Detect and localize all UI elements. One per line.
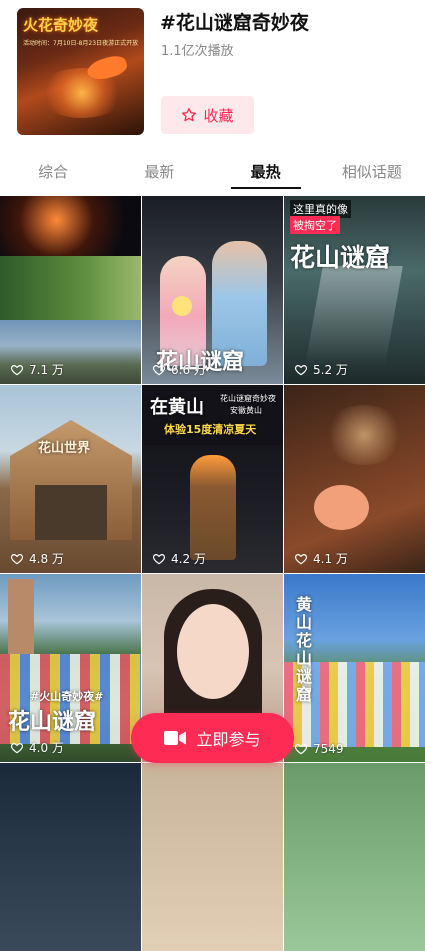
building-sign: 花山世界 (38, 441, 91, 456)
like-count: 7.1 万 (10, 361, 64, 378)
video-card[interactable]: #火山奇妙夜# 花山谜窟 4.0 万 (0, 574, 141, 762)
like-count: 4.8 万 (10, 550, 64, 567)
like-count: 4.0 万 (10, 739, 64, 756)
like-count: 4.1 万 (294, 550, 348, 567)
heart-icon (152, 553, 166, 564)
thumb-cave-light (324, 405, 404, 465)
like-count-text: 7.1 万 (29, 363, 64, 377)
thumb-ball (172, 296, 192, 316)
like-count: 5.2 万 (294, 361, 348, 378)
topic-header: 火花奇妙夜 活动时间：7月10日-8月23日夜游正式开放 #花山谜窟奇妙夜 1.… (0, 0, 425, 155)
video-tag-highlight: 被掏空了 (290, 216, 340, 234)
video-overlay-caption: 体验15度清凉夏天 (164, 423, 257, 436)
video-overlay-title: 黄山花山谜窟 (296, 595, 313, 704)
like-count-text: 4.0 万 (29, 741, 64, 755)
thumb-performer (190, 455, 236, 560)
topic-tabs: 综合 最新 最热 相似话题 (0, 155, 425, 191)
play-count: 1.1亿次播放 (161, 44, 234, 59)
join-topic-button[interactable]: 立即参与 (131, 713, 294, 763)
heart-icon (10, 553, 24, 564)
heart-icon (152, 364, 166, 375)
video-card[interactable]: 7.1 万 (0, 196, 141, 384)
thumb-forest-girl (0, 256, 141, 320)
video-card[interactable]: 在黄山 花山谜窟奇妙夜 安徽黄山 体验15度清凉夏天 4.2 万 (142, 385, 283, 573)
video-card[interactable]: 花山世界 4.8 万 (0, 385, 141, 573)
favorite-button[interactable]: 收藏 (161, 96, 254, 134)
like-count-text: 4.1 万 (313, 552, 348, 566)
thumb-tower (8, 579, 34, 654)
heart-icon (10, 364, 24, 375)
heart-icon (294, 744, 308, 755)
like-count: 7549 (294, 742, 344, 756)
video-overlay-title: 花山谜窟 (8, 709, 97, 735)
heart-icon (294, 553, 308, 564)
cover-title: 火花奇妙夜 (23, 16, 99, 34)
thumb-light-beam (305, 266, 403, 366)
like-count: 4.2 万 (152, 550, 206, 567)
tab-hottest[interactable]: 最热 (213, 155, 319, 191)
video-card[interactable]: 4.1 万 (284, 385, 425, 573)
video-card[interactable]: 黄山花山谜窟 7549 (284, 574, 425, 762)
favorite-label: 收藏 (203, 106, 234, 125)
heart-icon (10, 742, 24, 753)
video-card[interactable]: 这里真的像 被掏空了 花山谜窟 5.2 万 (284, 196, 425, 384)
like-count-text: 7549 (313, 742, 344, 756)
like-count-text: 5.2 万 (313, 363, 348, 377)
video-card[interactable] (0, 763, 141, 951)
topic-cover-image: 火花奇妙夜 活动时间：7月10日-8月23日夜游正式开放 (17, 8, 144, 135)
like-count-text: 4.2 万 (171, 552, 206, 566)
video-overlay-title: 在黄山 (150, 397, 204, 418)
tab-comprehensive[interactable]: 综合 (0, 155, 106, 191)
video-grid: 7.1 万 花山谜窟 6.6 万 这里真的像 被掏空了 花山谜窟 5.2 万 花… (0, 196, 425, 951)
video-hashtag: #火山奇妙夜# (30, 690, 104, 703)
video-overlay-sub: 花山谜窟奇妙夜 (220, 394, 276, 403)
like-count-text: 6.6 万 (171, 363, 206, 377)
star-icon (182, 108, 197, 122)
topic-title: #花山谜窟奇妙夜 (160, 12, 309, 34)
video-card[interactable] (142, 763, 283, 951)
video-overlay-title: 花山谜窟 (290, 243, 391, 272)
like-count: 6.6 万 (152, 361, 206, 378)
video-card[interactable]: 花山谜窟 6.6 万 (142, 196, 283, 384)
tab-similar-topics[interactable]: 相似话题 (319, 155, 425, 191)
thumb-entrance (35, 485, 107, 540)
heart-icon (294, 364, 308, 375)
join-topic-label: 立即参与 (196, 730, 261, 749)
thumb-fireworks (0, 196, 141, 256)
like-count-text: 4.8 万 (29, 552, 64, 566)
video-card[interactable] (284, 763, 425, 951)
thumb-mascot (314, 485, 369, 530)
video-camera-icon (164, 731, 187, 745)
video-overlay-location: 安徽黄山 (230, 406, 262, 415)
thumb-face (177, 604, 249, 699)
tab-latest[interactable]: 最新 (106, 155, 212, 191)
cover-subtitle: 活动时间：7月10日-8月23日夜游正式开放 (23, 40, 139, 47)
